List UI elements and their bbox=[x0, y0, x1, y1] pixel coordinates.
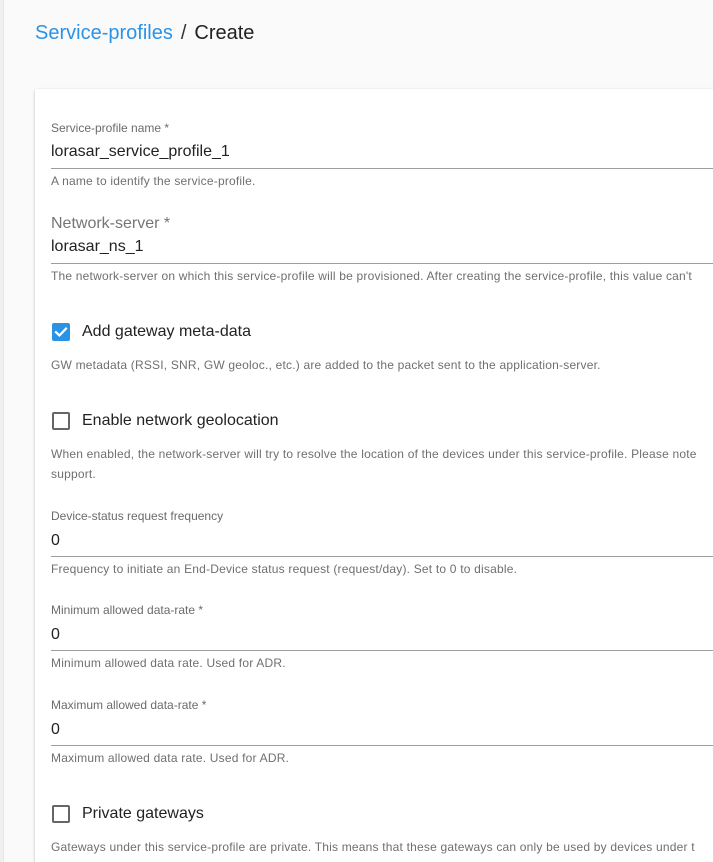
network-server-label: Network-server * bbox=[51, 215, 171, 232]
profile-name-helper: A name to identify the service-profile. bbox=[51, 174, 256, 188]
network-geolocation-label[interactable]: Enable network geolocation bbox=[82, 411, 279, 431]
checkmark-icon bbox=[54, 327, 68, 337]
dev-status-freq-label: Device-status request frequency bbox=[51, 509, 224, 523]
network-geolocation-helper-line2: support. bbox=[51, 467, 96, 481]
profile-name-underline bbox=[51, 168, 713, 169]
private-gateways-label[interactable]: Private gateways bbox=[82, 804, 204, 824]
network-server-helper: The network-server on which this service… bbox=[51, 269, 692, 283]
min-data-rate-label: Minimum allowed data-rate * bbox=[51, 603, 204, 617]
breadcrumb-current: Create bbox=[194, 22, 255, 44]
dev-status-freq-underline bbox=[51, 556, 713, 557]
private-gateways-checkbox[interactable] bbox=[52, 805, 70, 823]
service-profile-form-card: Service-profile name * lorasar_service_p… bbox=[35, 89, 713, 862]
max-data-rate-underline bbox=[51, 745, 713, 746]
network-server-select[interactable]: lorasar_ns_1 bbox=[51, 237, 144, 257]
add-gateway-metadata-label[interactable]: Add gateway meta-data bbox=[82, 322, 251, 342]
dev-status-freq-helper: Frequency to initiate an End-Device stat… bbox=[51, 562, 518, 576]
max-data-rate-label: Maximum allowed data-rate * bbox=[51, 698, 207, 712]
max-data-rate-input[interactable]: 0 bbox=[51, 720, 60, 740]
profile-name-label: Service-profile name * bbox=[51, 121, 170, 135]
breadcrumb: Service-profiles / Create bbox=[35, 20, 254, 46]
left-edge-divider bbox=[0, 0, 4, 862]
network-geolocation-checkbox[interactable] bbox=[52, 412, 70, 430]
breadcrumb-separator: / bbox=[180, 22, 187, 44]
network-server-underline bbox=[51, 263, 713, 264]
page: Service-profiles / Create Service-profile … bbox=[0, 0, 713, 862]
network-geolocation-helper-line1: When enabled, the network-server will tr… bbox=[51, 447, 697, 461]
breadcrumb-service-profiles-link[interactable]: Service-profiles bbox=[35, 22, 173, 44]
private-gateways-helper: Gateways under this service-profile are … bbox=[51, 840, 695, 854]
min-data-rate-input[interactable]: 0 bbox=[51, 625, 60, 645]
dev-status-freq-input[interactable]: 0 bbox=[51, 531, 60, 551]
add-gateway-metadata-checkbox[interactable] bbox=[52, 323, 70, 341]
max-data-rate-helper: Maximum allowed data rate. Used for ADR. bbox=[51, 751, 290, 765]
min-data-rate-helper: Minimum allowed data rate. Used for ADR. bbox=[51, 656, 286, 670]
add-gateway-metadata-helper: GW metadata (RSSI, SNR, GW geoloc., etc.… bbox=[51, 358, 601, 372]
profile-name-input[interactable]: lorasar_service_profile_1 bbox=[51, 142, 230, 162]
min-data-rate-underline bbox=[51, 650, 713, 651]
